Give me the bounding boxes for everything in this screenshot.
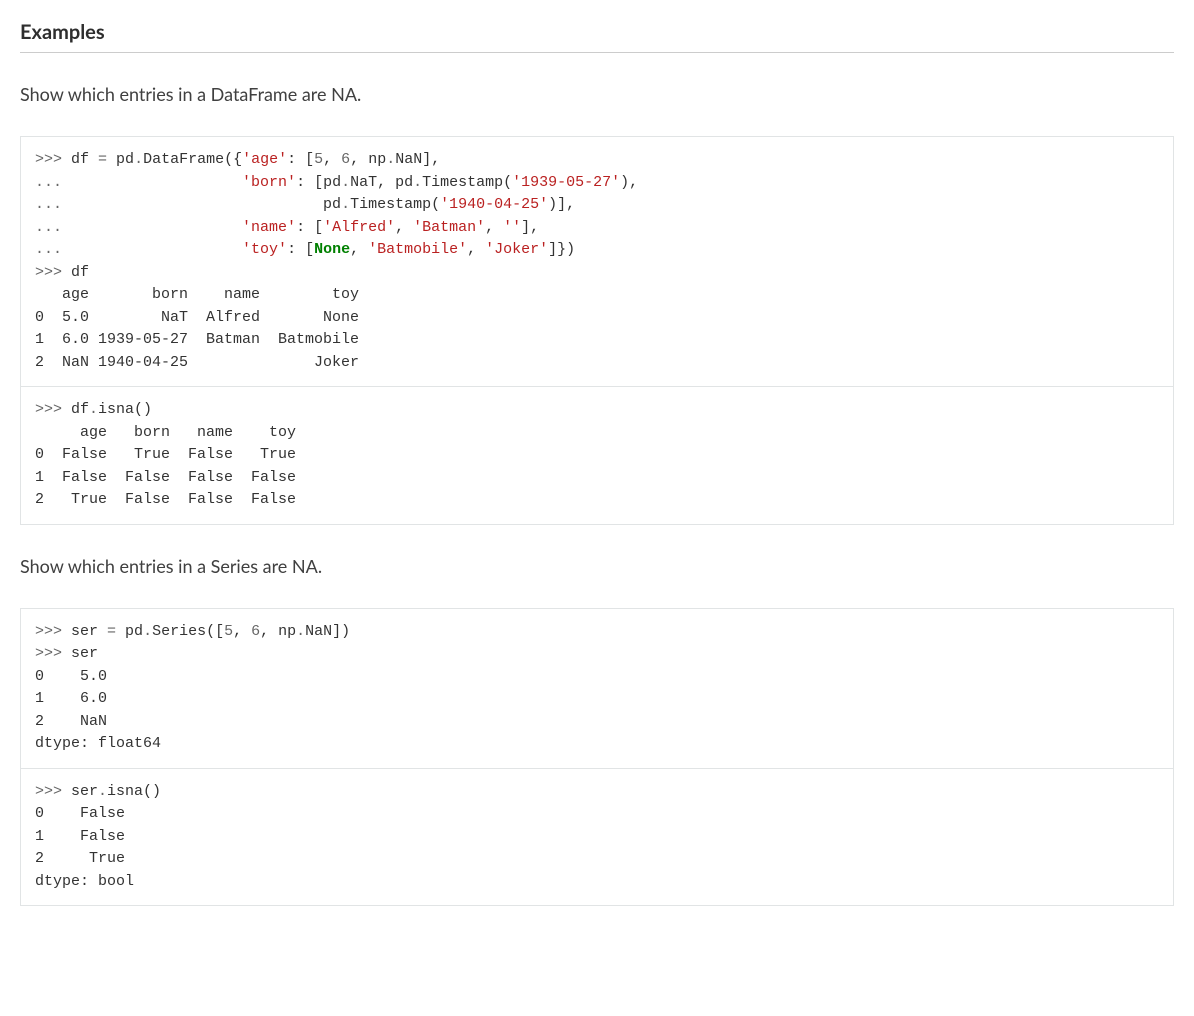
code-example-series: >>> ser = pd.Series([5, 6, np.NaN]) >>> … — [20, 608, 1174, 907]
examples-heading: Examples — [20, 20, 1174, 53]
code-block-ser-create: >>> ser = pd.Series([5, 6, np.NaN]) >>> … — [21, 609, 1173, 768]
code-block-ser-isna: >>> ser.isna() 0 False 1 False 2 True dt… — [21, 768, 1173, 906]
code-block-df-create: >>> df = pd.DataFrame({'age': [5, 6, np.… — [21, 137, 1173, 386]
dataframe-description: Show which entries in a DataFrame are NA… — [20, 81, 1174, 108]
code-example-dataframe: >>> df = pd.DataFrame({'age': [5, 6, np.… — [20, 136, 1174, 525]
code-block-df-isna: >>> df.isna() age born name toy 0 False … — [21, 386, 1173, 524]
series-description: Show which entries in a Series are NA. — [20, 553, 1174, 580]
